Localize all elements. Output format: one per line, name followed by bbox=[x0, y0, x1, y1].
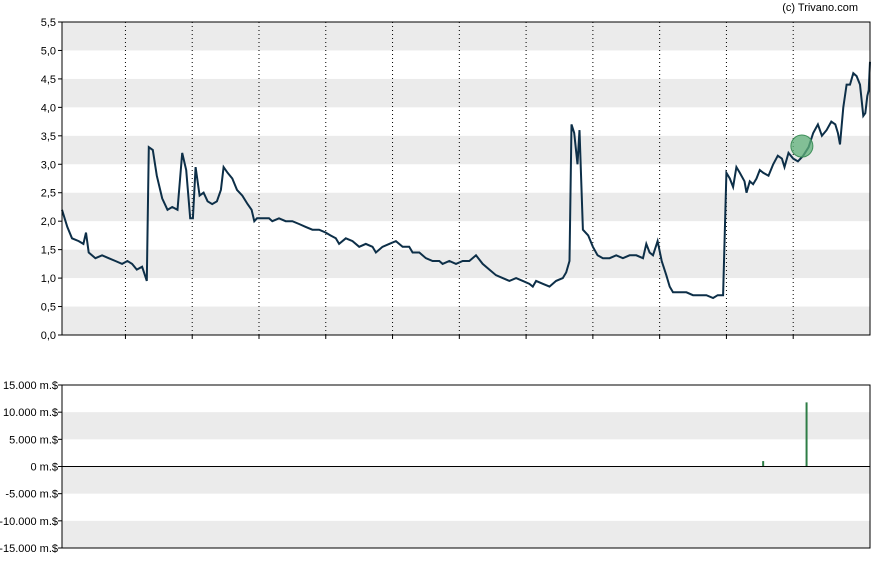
price-x-tick-label: okt bbox=[385, 344, 400, 345]
price-y-tick-label: 1,5 bbox=[41, 245, 56, 257]
price-grid-band bbox=[62, 249, 870, 279]
volume-y-tick-label: 15.000 m.$ bbox=[3, 380, 58, 392]
volume-y-tick-label: -10.000 m.$ bbox=[0, 516, 58, 528]
price-y-tick-label: 0,0 bbox=[41, 330, 56, 342]
price-chart-frame bbox=[61, 21, 871, 336]
price-x-tick-label: feb bbox=[652, 344, 667, 345]
price-y-tick-label: 5,0 bbox=[41, 45, 56, 57]
volume-grid-band bbox=[62, 466, 870, 494]
price-x-tick-label: 2026 bbox=[581, 344, 605, 345]
volume-y-tick-label: -15.000 m.$ bbox=[0, 543, 58, 555]
price-y-tick-label: 4,5 bbox=[41, 74, 56, 86]
price-chart: 0,0 0,5 1,0 1,5 2,0 2,5 3,0 3,5 4,0 4,5 5,0 5,5 jun… bbox=[41, 17, 871, 345]
price-x-tick-label: apr bbox=[785, 344, 801, 345]
price-grid-band bbox=[62, 306, 870, 335]
price-x-tick-label: aug bbox=[250, 344, 268, 345]
volume-y-tick-label: 10.000 m.$ bbox=[3, 407, 58, 419]
stock-chart-page: (c) Trivano.com 0,0 0,5 1,0 1,5 2,0 2,5 3,0 3,5… bbox=[0, 0, 888, 565]
price-grid-band bbox=[62, 78, 870, 108]
volume-chart: 15.000 m.$ 10.000 m.$ 5.000 m.$ 0 m.$ -5.000… bbox=[0, 380, 871, 555]
price-y-tick-label: 2,5 bbox=[41, 188, 56, 200]
price-x-tick-label: dec bbox=[517, 344, 535, 345]
price-grid-band bbox=[62, 22, 870, 51]
price-y-tick-label: 2,0 bbox=[41, 216, 56, 228]
price-x-tick-label: nov bbox=[450, 344, 468, 345]
price-y-tick-label: 1,0 bbox=[41, 273, 56, 285]
price-x-tick-label: jul bbox=[186, 344, 198, 345]
volume-grid-band bbox=[62, 412, 870, 440]
price-x-tick-label: jun bbox=[117, 344, 133, 345]
volume-y-tick-label: 5.000 m.$ bbox=[9, 434, 58, 446]
price-x-tick-label: sep bbox=[317, 344, 335, 345]
volume-y-tick-label: 0 m.$ bbox=[30, 462, 58, 474]
volume-y-tick-label: -5.000 m.$ bbox=[5, 489, 58, 501]
volume-grid-band bbox=[62, 520, 870, 548]
price-y-tick-label: 5,5 bbox=[41, 17, 56, 29]
price-y-tick-label: 0,5 bbox=[41, 302, 56, 314]
price-y-tick-label: 3,5 bbox=[41, 131, 56, 143]
price-y-tick-label: 3,0 bbox=[41, 159, 56, 171]
price-x-tick-label: mrt bbox=[718, 344, 734, 345]
price-y-tick-label: 4,0 bbox=[41, 102, 56, 114]
price-marker bbox=[790, 134, 814, 158]
price-grid-band bbox=[62, 192, 870, 222]
